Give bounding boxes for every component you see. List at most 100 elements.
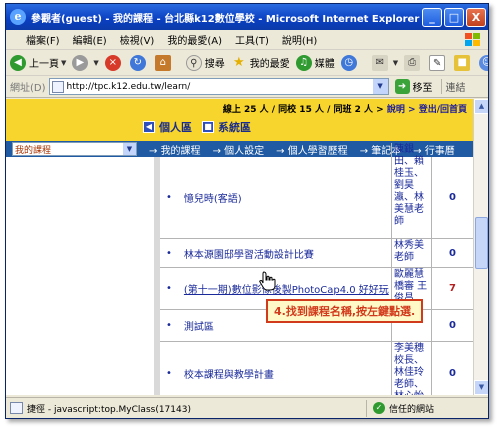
table-row: • 林本源園邸學習活動設計比賽 林秀美老師 0 bbox=[160, 239, 473, 268]
forward-button[interactable]: ▶ ▼ bbox=[72, 54, 99, 71]
menu-edit[interactable]: 編輯(E) bbox=[73, 32, 107, 47]
media-icon: ♫ bbox=[295, 54, 312, 71]
zone-text: 信任的網站 bbox=[389, 404, 435, 415]
home-button[interactable]: ⌂ bbox=[154, 54, 174, 71]
menu-file[interactable]: 檔案(F) bbox=[26, 32, 60, 47]
favorites-button[interactable]: ★ 我的最愛 bbox=[231, 55, 290, 71]
chevron-down-icon: ▼ bbox=[392, 58, 399, 67]
ie-logo-icon: e bbox=[10, 9, 26, 25]
stop-button[interactable]: × bbox=[104, 54, 124, 71]
scroll-down-button[interactable]: ▼ bbox=[474, 380, 488, 395]
back-button[interactable]: ◀ 上一頁 ▼ bbox=[10, 54, 67, 71]
chevron-down-icon: ▼ bbox=[61, 58, 67, 67]
course-select-value: 我的課程 bbox=[15, 145, 52, 156]
page-icon bbox=[10, 402, 23, 414]
menu-favorites[interactable]: 我的最愛(A) bbox=[167, 32, 222, 47]
help-link[interactable]: 說明 > bbox=[387, 105, 416, 115]
nav-personal-settings[interactable]: 個人設定 bbox=[213, 142, 264, 157]
menu-bar: 檔案(F) 編輯(E) 檢視(V) 我的最愛(A) 工具(T) 說明(H) bbox=[6, 30, 488, 50]
minimize-button[interactable]: _ bbox=[422, 7, 442, 27]
zone-system-label: 系統區 bbox=[218, 121, 251, 134]
stop-icon: × bbox=[104, 54, 121, 71]
title-bar: e 參觀者(guest) - 我的課程 - 台北縣k12數位學校 - Micro… bbox=[6, 4, 488, 30]
table-row: • 校本課程與教學計畫 李美穗校長、林佳玲老師、林心怡 0 bbox=[160, 342, 473, 395]
course-name-cell: • 憶兒時(客語) bbox=[166, 190, 242, 205]
left-pane bbox=[6, 157, 154, 395]
refresh-icon: ↻ bbox=[129, 54, 146, 71]
forward-arrow-icon: ▶ bbox=[72, 54, 89, 71]
chevron-down-icon: ▼ bbox=[93, 58, 99, 67]
course-teacher: 陳銀田、賴桂玉、劉昊瀛、林美慧老師 bbox=[391, 143, 431, 238]
media-button[interactable]: ♫ 媒體 bbox=[295, 54, 335, 71]
page-viewport: 線上 25 人 / 同校 15 人 / 同班 2 人 > 說明 > 登出/回首頁… bbox=[6, 99, 473, 395]
course-teacher: 李美穗校長、林佳玲老師、林心怡 bbox=[391, 342, 431, 395]
status-left: 捷徑 - javascript:top.MyClass(17143) bbox=[6, 402, 366, 415]
favorites-label: 我的最愛 bbox=[249, 59, 290, 70]
history-icon: ◷ bbox=[340, 54, 357, 71]
zone-system[interactable]: ■ 系統區 bbox=[202, 119, 251, 135]
status-bar: 捷徑 - javascript:top.MyClass(17143) ✓ 信任的… bbox=[6, 397, 488, 418]
go-label: 移至 bbox=[412, 83, 433, 94]
back-label: 上一頁 bbox=[29, 59, 59, 70]
menu-tools[interactable]: 工具(T) bbox=[235, 32, 269, 47]
scroll-thumb[interactable] bbox=[475, 217, 488, 269]
course-link[interactable]: 憶兒時(客語) bbox=[184, 190, 242, 205]
course-name-cell: • 林本源園邸學習活動設計比賽 bbox=[166, 246, 314, 261]
status-text: 捷徑 - javascript:top.MyClass(17143) bbox=[27, 404, 191, 415]
edit-icon: ✎ bbox=[429, 54, 446, 71]
course-teacher: 林秀美老師 bbox=[391, 239, 431, 267]
ie-window: e 參觀者(guest) - 我的課程 - 台北縣k12數位學校 - Micro… bbox=[5, 3, 489, 419]
maximize-button[interactable]: □ bbox=[444, 7, 464, 27]
vertical-scrollbar[interactable]: ▲ ▼ bbox=[473, 99, 488, 395]
menu-help[interactable]: 說明(H) bbox=[282, 32, 317, 47]
instruction-callout: 4.找到課程名稱,按左鍵點選. bbox=[266, 299, 424, 323]
messenger-button[interactable]: ☺ bbox=[479, 54, 488, 71]
refresh-button[interactable]: ↻ bbox=[129, 54, 149, 71]
discuss-icon: ■ bbox=[454, 54, 471, 71]
media-label: 媒體 bbox=[314, 59, 335, 70]
logout-link[interactable]: 登出/回首頁 bbox=[419, 105, 467, 115]
zone-system-icon: ■ bbox=[202, 121, 214, 133]
course-table: • 憶兒時(客語) 陳銀田、賴桂玉、劉昊瀛、林美慧老師 0 • 林本源園邸學習活… bbox=[160, 143, 473, 395]
zone-personal-icon: ◀ bbox=[143, 121, 155, 133]
nav-my-courses[interactable]: 我的課程 bbox=[149, 142, 201, 157]
history-button[interactable]: ◷ bbox=[340, 54, 360, 71]
search-button[interactable]: ⚲ 搜尋 bbox=[185, 54, 225, 71]
check-icon: ✓ bbox=[373, 402, 385, 414]
home-icon: ⌂ bbox=[154, 54, 171, 71]
print-button[interactable]: ⎙ bbox=[404, 54, 423, 71]
course-count: 7 bbox=[431, 268, 473, 309]
course-link[interactable]: (第十一期)數位影像後製PhotoCap4.0 好好玩 bbox=[184, 281, 389, 296]
site-header: 線上 25 人 / 同校 15 人 / 同班 2 人 > 說明 > 登出/回首頁… bbox=[6, 99, 473, 141]
zone-personal-label: 個人區 bbox=[159, 121, 192, 134]
chevron-down-icon: ▼ bbox=[123, 143, 136, 155]
address-input[interactable]: http://tpc.k12.edu.tw/learn/ ▼ bbox=[48, 78, 389, 95]
go-arrow-icon: ➜ bbox=[394, 79, 410, 94]
course-link[interactable]: 校本課程與教學計畫 bbox=[184, 366, 274, 381]
address-url: http://tpc.k12.edu.tw/learn/ bbox=[66, 81, 191, 92]
course-count: 0 bbox=[431, 310, 473, 341]
close-button[interactable]: X bbox=[466, 7, 486, 27]
search-icon: ⚲ bbox=[185, 54, 202, 71]
course-select[interactable]: 我的課程 ▼ bbox=[12, 142, 137, 156]
zone-personal[interactable]: ◀ 個人區 bbox=[143, 119, 192, 135]
mail-icon: ✉ bbox=[371, 54, 388, 71]
menu-view[interactable]: 檢視(V) bbox=[120, 32, 155, 47]
online-count: 線上 25 人 / 同校 15 人 / 同班 2 人 > bbox=[222, 105, 384, 115]
star-icon: ★ bbox=[232, 54, 245, 70]
search-label: 搜尋 bbox=[204, 59, 225, 70]
mail-button[interactable]: ✉ ▼ bbox=[371, 54, 399, 71]
window-title: 參觀者(guest) - 我的課程 - 台北縣k12數位學校 - Microso… bbox=[31, 13, 420, 25]
hand-cursor-icon bbox=[259, 271, 276, 291]
go-button[interactable]: ➜ 移至 bbox=[394, 79, 433, 94]
course-link[interactable]: 林本源園邸學習活動設計比賽 bbox=[184, 246, 314, 261]
scroll-up-button[interactable]: ▲ bbox=[474, 99, 488, 114]
edit-button[interactable]: ✎ bbox=[429, 54, 448, 71]
course-link[interactable]: 測試區 bbox=[184, 318, 214, 333]
links-button[interactable]: 連結 bbox=[440, 79, 466, 94]
print-icon: ⎙ bbox=[404, 54, 421, 71]
address-bar: 網址(D) http://tpc.k12.edu.tw/learn/ ▼ ➜ 移… bbox=[6, 76, 488, 98]
nav-learning-history[interactable]: 個人學習歷程 bbox=[276, 142, 348, 157]
address-dropdown-button[interactable]: ▼ bbox=[372, 79, 388, 94]
discuss-button[interactable]: ■ bbox=[454, 54, 473, 71]
